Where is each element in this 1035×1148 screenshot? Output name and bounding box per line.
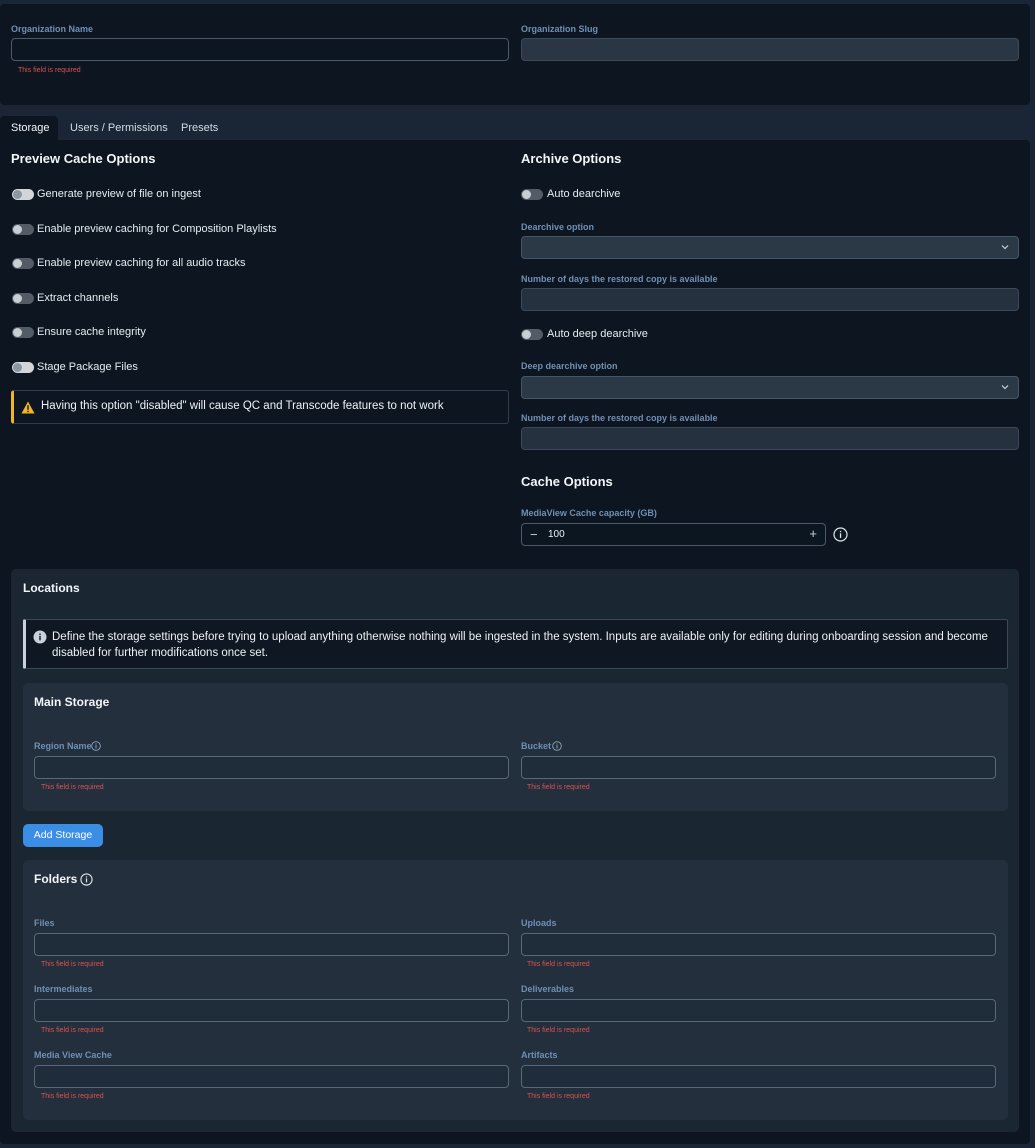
cache-capacity-label: MediaView Cache capacity (GB)	[521, 508, 657, 518]
days-available-label-1: Number of days the restored copy is avai…	[521, 274, 718, 284]
cache-capacity-stepper[interactable]: − 100 +	[521, 523, 826, 546]
deliverables-label: Deliverables	[521, 984, 575, 994]
uploads-error: This field is required	[527, 961, 590, 968]
media-view-cache-error: This field is required	[41, 1093, 104, 1100]
files-label: Files	[34, 918, 55, 928]
info-icon[interactable]	[833, 527, 848, 542]
toggle-auto-deep-dearchive[interactable]	[521, 329, 543, 340]
increment-button[interactable]: +	[809, 526, 817, 541]
region-name-input[interactable]	[34, 756, 509, 779]
folders-title: Folders	[34, 872, 78, 886]
days-available-label-2: Number of days the restored copy is avai…	[521, 413, 718, 423]
toggle-generate-preview[interactable]	[12, 189, 34, 200]
region-name-error: This field is required	[41, 784, 104, 791]
toggle-cache-integrity[interactable]	[12, 327, 34, 338]
dearchive-option-label: Dearchive option	[521, 222, 595, 232]
org-name-label: Organization Name	[11, 24, 94, 34]
deliverables-error: This field is required	[527, 1027, 590, 1034]
warning-icon	[21, 401, 35, 414]
toggle-cache-integrity-label: Ensure cache integrity	[37, 326, 146, 338]
uploads-label: Uploads	[521, 918, 557, 928]
bucket-label: Bucket	[521, 741, 552, 751]
deliverables-input[interactable]	[521, 999, 996, 1022]
toggle-stage-package[interactable]	[12, 362, 34, 373]
info-icon	[33, 630, 47, 644]
info-icon[interactable]	[80, 873, 93, 886]
toggle-auto-deep-dearchive-label: Auto deep dearchive	[547, 328, 648, 340]
cache-options-title: Cache Options	[521, 474, 613, 489]
artifacts-error: This field is required	[527, 1093, 590, 1100]
intermediates-error: This field is required	[41, 1027, 104, 1034]
toggle-composition-playlists[interactable]	[12, 224, 34, 235]
intermediates-label: Intermediates	[34, 984, 93, 994]
dearchive-option-select[interactable]	[521, 236, 1019, 259]
toggle-audio-tracks[interactable]	[12, 258, 34, 269]
intermediates-input[interactable]	[34, 999, 509, 1022]
org-name-input[interactable]	[11, 38, 509, 61]
toggle-generate-preview-label: Generate preview of file on ingest	[37, 188, 201, 200]
artifacts-input[interactable]	[521, 1065, 996, 1088]
org-slug-label: Organization Slug	[521, 24, 599, 34]
files-error: This field is required	[41, 961, 104, 968]
locations-info-text: Define the storage settings before tryin…	[52, 631, 988, 659]
warning-text: Having this option "disabled" will cause…	[41, 400, 444, 412]
toggle-audio-tracks-label: Enable preview caching for all audio tra…	[37, 257, 246, 269]
main-storage-card	[23, 683, 1008, 811]
preview-cache-title: Preview Cache Options	[11, 151, 156, 166]
cache-capacity-value: 100	[548, 529, 565, 540]
media-view-cache-input[interactable]	[34, 1065, 509, 1088]
tab-storage-label: Storage	[11, 122, 50, 134]
archive-options-title: Archive Options	[521, 151, 622, 166]
deep-dearchive-option-select[interactable]	[521, 376, 1019, 399]
media-view-cache-label: Media View Cache	[34, 1050, 112, 1060]
info-icon[interactable]	[91, 741, 101, 751]
locations-title: Locations	[23, 581, 80, 595]
artifacts-label: Artifacts	[521, 1050, 558, 1060]
tab-users-permissions[interactable]: Users / Permissions	[70, 122, 168, 134]
uploads-input[interactable]	[521, 933, 996, 956]
deep-dearchive-option-label: Deep dearchive option	[521, 361, 618, 371]
days-available-select-2[interactable]	[521, 427, 1019, 450]
warning-box: Having this option "disabled" will cause…	[11, 390, 509, 424]
tab-presets[interactable]: Presets	[181, 122, 218, 134]
info-icon[interactable]	[552, 741, 562, 751]
org-slug-input[interactable]	[521, 38, 1019, 61]
toggle-composition-playlists-label: Enable preview caching for Composition P…	[37, 223, 277, 235]
main-storage-title: Main Storage	[34, 695, 110, 709]
toggle-extract-channels-label: Extract channels	[37, 292, 119, 304]
toggle-stage-package-label: Stage Package Files	[37, 361, 138, 373]
locations-info-box: Define the storage settings before tryin…	[23, 619, 1008, 669]
decrement-button[interactable]: −	[530, 527, 538, 542]
region-name-label: Region Name	[34, 741, 92, 751]
chevron-down-icon	[1001, 385, 1009, 390]
org-name-error: This field is required	[18, 67, 81, 74]
bucket-error: This field is required	[527, 784, 590, 791]
days-available-select-1[interactable]	[521, 288, 1019, 311]
bucket-input[interactable]	[521, 756, 996, 779]
add-storage-button[interactable]: Add Storage	[23, 824, 103, 847]
toggle-auto-dearchive-label: Auto dearchive	[547, 188, 621, 200]
toggle-auto-dearchive[interactable]	[521, 189, 543, 200]
chevron-down-icon	[1001, 245, 1009, 250]
files-input[interactable]	[34, 933, 509, 956]
toggle-extract-channels[interactable]	[12, 293, 34, 304]
